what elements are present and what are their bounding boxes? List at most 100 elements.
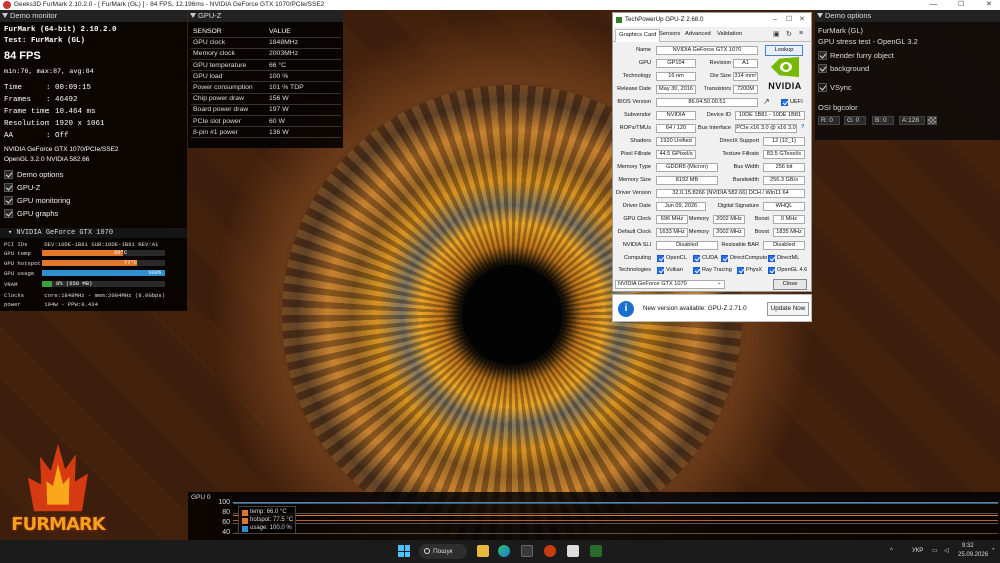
notifications-icon[interactable]: ◔ — [991, 547, 995, 553]
default-memory-label: Memory — [688, 229, 709, 235]
device-id-label: Device ID — [706, 112, 731, 118]
demo-options-title: Demo options — [825, 11, 872, 20]
driver-date-field: Jun 09, 2026 — [656, 202, 706, 211]
stat-frametime-value: : 10.464 ms — [46, 108, 96, 116]
gpu-monitoring-label: GPU monitoring — [17, 196, 71, 205]
tab-sensors[interactable]: Sensors — [659, 31, 680, 37]
tab-advanced[interactable]: Advanced — [685, 31, 711, 37]
maximize-icon[interactable]: ☐ — [958, 0, 964, 10]
gpu-temp-bar: 66°C — [42, 249, 165, 256]
minimize-icon[interactable]: — — [930, 0, 937, 10]
vulkan-label: Vulkan — [666, 267, 683, 273]
gpu-monitoring-checkbox[interactable] — [4, 196, 13, 205]
blue-channel-input[interactable]: B: 0 — [872, 116, 894, 125]
uefi-checkbox — [781, 99, 788, 106]
demo-monitor-panel: FurMark (64-bit) 2.10.2.0 Test: FurMark … — [0, 22, 187, 230]
sensor-value: 2003MHz — [267, 48, 341, 61]
red-channel-input[interactable]: R: 0 — [818, 116, 840, 125]
maximize-icon[interactable]: ☐ — [786, 13, 792, 27]
alpha-channel-input[interactable]: A:128 — [899, 116, 925, 125]
demo-options-checkbox[interactable] — [4, 170, 13, 179]
gpuz-checkbox[interactable] — [4, 183, 13, 192]
gpuz-taskbar-icon[interactable] — [567, 545, 579, 557]
sensor-value: 66 °C — [267, 59, 341, 72]
sensor-value: 1848MHz — [267, 37, 341, 49]
gpuz-overlay-panel: SENSOR VALUE GPU clock 1848MHz Memory clo… — [188, 22, 343, 148]
sensor-name: Board power draw — [191, 104, 267, 117]
green-channel-input[interactable]: G: 0 — [844, 116, 866, 125]
vram-bar: 8% (650 MB) — [42, 280, 165, 287]
share-icon[interactable]: ↗ — [763, 97, 771, 106]
stat-frames-label: Frames — [4, 96, 32, 104]
color-swatch[interactable] — [927, 116, 937, 125]
close-icon[interactable]: ✕ — [799, 13, 805, 27]
app-taskbar-icon[interactable] — [590, 545, 602, 557]
tray-chevron-icon[interactable]: ^ — [890, 548, 893, 554]
gpu-hotspot-value: 77°C — [124, 259, 138, 266]
background-checkbox[interactable] — [818, 64, 827, 73]
y-tick: 80 — [222, 509, 230, 516]
stat-aa-value: : Off — [46, 132, 69, 140]
rops-label: ROPs/TMUs — [619, 125, 651, 131]
vsync-checkbox[interactable] — [818, 83, 827, 92]
help-icon[interactable]: ? — [801, 124, 804, 130]
hotspot-series-line — [233, 515, 998, 516]
gpu-monitor-title: NVIDIA GeForce GTX 1070 — [16, 229, 114, 237]
gpuz-overlay-header[interactable]: GPU-Z — [188, 10, 343, 22]
gpuz-label: GPU-Z — [17, 183, 41, 192]
memory-clock-field: 2002 MHz — [713, 215, 745, 224]
close-button[interactable]: Close — [773, 279, 807, 290]
gpuz-window: TechPowerUp GPU-Z 2.68.0 – ☐ ✕ Graphics … — [612, 12, 812, 292]
menu-icon[interactable]: ≡ — [799, 30, 807, 38]
physx-label: PhysX — [746, 267, 763, 273]
camera-icon[interactable]: ▣ — [773, 30, 781, 38]
pci-ids: PCI IDs DEV:10DE-1B81 SUB:10DE-1B81 REV:… — [4, 241, 159, 248]
gridline — [233, 533, 998, 534]
update-now-button[interactable]: Update Now — [767, 302, 809, 316]
gpu-monitor-header[interactable]: ▾ NVIDIA GeForce GTX 1070 — [0, 228, 187, 238]
volume-icon[interactable]: ◁ — [944, 547, 949, 554]
vram-value: 8% (650 MB) — [56, 280, 93, 287]
demo-monitor-header[interactable]: Demo monitor — [0, 10, 187, 22]
search-icon — [424, 548, 430, 554]
edge-icon[interactable] — [498, 545, 510, 557]
shaders-label: Shaders — [630, 138, 651, 144]
driver-date-label: Driver Date — [622, 203, 651, 209]
bus-width-field: 256 bit — [763, 163, 805, 172]
cuda-label: CUDA — [702, 255, 718, 261]
gpu-hotspot-bar: 77°C — [42, 259, 165, 266]
refresh-icon[interactable]: ↻ — [786, 30, 794, 38]
gpu-select[interactable]: NVIDIA GeForce GTX 1070 — [615, 280, 725, 289]
taskbar-search[interactable]: Пошук — [419, 544, 467, 559]
info-icon: i — [618, 301, 634, 317]
sensor-name: Chip power draw — [191, 93, 267, 105]
demo-options-header[interactable]: Demo options — [815, 10, 1000, 22]
gpu-graphs-checkbox[interactable] — [4, 209, 13, 218]
store-icon[interactable] — [521, 545, 533, 557]
clock-date[interactable]: 25.09.2026 — [958, 552, 988, 558]
network-icon[interactable]: ▭ — [932, 547, 938, 554]
default-memory-field: 2002 MHz — [713, 228, 745, 237]
start-icon[interactable] — [398, 545, 410, 557]
tab-validation[interactable]: Validation — [717, 31, 742, 37]
furmark-taskbar-icon[interactable] — [544, 545, 556, 557]
clock-time[interactable]: 9:32 — [962, 543, 974, 549]
bios-field: 86.04.50.00.51 — [656, 98, 758, 107]
minimize-icon[interactable]: – — [773, 13, 777, 27]
subvendor-label: Subvendor — [623, 112, 651, 118]
tab-graphics-card[interactable]: Graphics Card — [615, 29, 661, 42]
close-icon[interactable]: ✕ — [986, 0, 992, 10]
render-furry-checkbox[interactable] — [818, 51, 827, 60]
legend-usage: usage: 100.0 % — [242, 525, 292, 532]
gpu-clock-label: GPU Clock — [623, 216, 651, 222]
stat-frametime-label: Frame time — [4, 108, 50, 116]
directml-checkbox — [768, 255, 775, 262]
gpu-hotspot-label: GPU hotspot — [4, 260, 41, 267]
file-explorer-icon[interactable] — [477, 545, 489, 557]
uefi-label: UEFI — [790, 99, 803, 105]
language-indicator[interactable]: УКР — [912, 548, 923, 554]
chevron-down-icon[interactable]: ⌄ — [717, 280, 722, 286]
bus-interface-field: PCIe x16 3.0 @ x16 3.0 — [735, 124, 797, 133]
window-title: Geeks3D FurMark 2.10.2.0 - [ FurMark (GL… — [14, 1, 325, 8]
nvidia-wordmark: NVIDIA — [768, 81, 802, 91]
